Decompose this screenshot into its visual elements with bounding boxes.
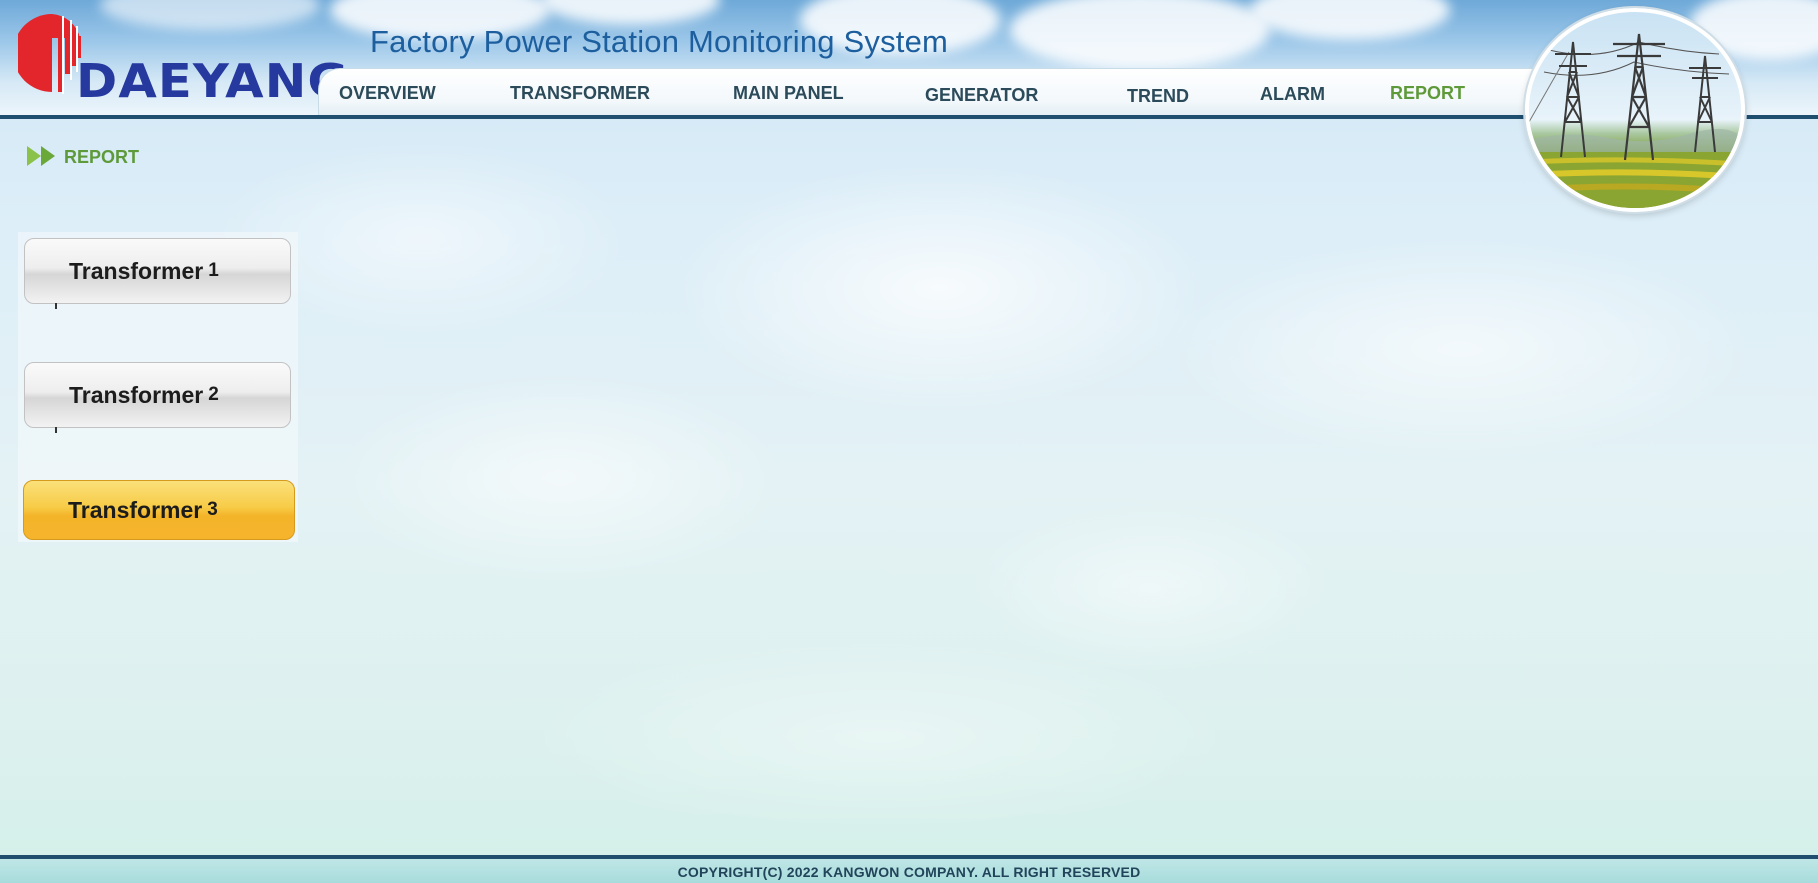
power-tower-field-image bbox=[1525, 8, 1745, 212]
nav-trend[interactable]: TREND bbox=[1127, 86, 1189, 107]
button-label: Transformer bbox=[69, 257, 204, 284]
nav-main-panel[interactable]: MAIN PANEL bbox=[733, 83, 844, 104]
transformer-1-button[interactable]: Transformer 1 bbox=[24, 238, 291, 304]
button-number: 2 bbox=[208, 384, 219, 405]
header-cloud bbox=[540, 0, 720, 25]
nav-generator[interactable]: GENERATOR bbox=[925, 85, 1038, 106]
button-number: 1 bbox=[208, 260, 219, 281]
transformer-3-button[interactable]: Transformer 3 bbox=[23, 480, 295, 540]
transformer-2-button[interactable]: Transformer 2 bbox=[24, 362, 291, 428]
divider-tick bbox=[55, 303, 57, 309]
divider-tick bbox=[55, 427, 57, 433]
power-tower-icon bbox=[1529, 33, 1741, 208]
button-number: 3 bbox=[207, 499, 218, 520]
app-title: Factory Power Station Monitoring System bbox=[370, 24, 949, 59]
nav-alarm[interactable]: ALARM bbox=[1260, 84, 1325, 105]
button-label: Transformer bbox=[69, 381, 204, 408]
company-logo[interactable]: DAEYANG bbox=[18, 12, 348, 107]
header-cloud bbox=[1250, 0, 1450, 40]
nav-overview[interactable]: OVERVIEW bbox=[339, 83, 436, 104]
copyright-text: COPYRIGHT(C) 2022 KANGWON COMPANY. ALL R… bbox=[677, 864, 1141, 880]
nav-transformer[interactable]: TRANSFORMER bbox=[510, 83, 650, 104]
header-cloud bbox=[1010, 0, 1270, 70]
footer: COPYRIGHT(C) 2022 KANGWON COMPANY. ALL R… bbox=[0, 855, 1818, 883]
double-arrow-icon bbox=[27, 146, 55, 166]
button-label: Transformer bbox=[68, 496, 203, 523]
section-label: REPORT bbox=[64, 147, 140, 167]
brand-name: DAEYANG bbox=[76, 54, 350, 108]
main-nav: OVERVIEW TRANSFORMER MAIN PANEL GENERATO… bbox=[318, 68, 1578, 115]
nav-report[interactable]: REPORT bbox=[1390, 83, 1465, 104]
